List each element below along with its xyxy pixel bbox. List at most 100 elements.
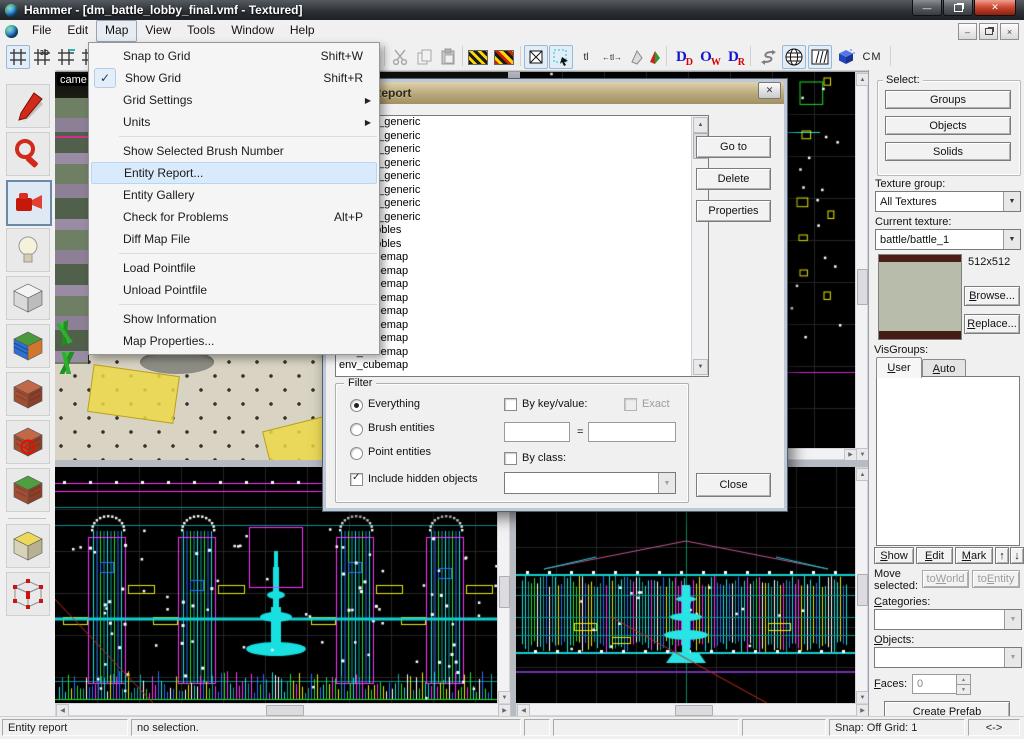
menubar-item-window[interactable]: Window xyxy=(223,20,282,40)
hidden-items-window-icon[interactable] xyxy=(808,45,832,69)
menu-item-show-information[interactable]: Show Information xyxy=(91,308,377,330)
menu-item-unload-pointfile[interactable]: Unload Pointfile xyxy=(91,279,377,301)
faces-input[interactable]: 0 xyxy=(912,674,958,694)
filter-everything-radio[interactable] xyxy=(350,399,363,412)
menu-item-show-selected-brush-number[interactable]: Show Selected Brush Number xyxy=(91,140,377,162)
key-input[interactable] xyxy=(504,422,570,442)
copy-icon[interactable] xyxy=(412,45,436,69)
entity-list-item[interactable]: env_cubemap xyxy=(336,292,708,306)
flip-colored-icon[interactable] xyxy=(646,45,664,69)
clipping-tool[interactable] xyxy=(6,468,50,512)
scroll-down-arrow[interactable]: ▼ xyxy=(693,359,708,375)
flip-normal-icon[interactable] xyxy=(628,45,646,69)
viewport-side-hscrollbar[interactable]: ◀ ▶ xyxy=(516,703,868,716)
menubar-item-file[interactable]: File xyxy=(24,20,59,40)
menubar-item-view[interactable]: View xyxy=(137,20,179,40)
mdi-minimize-button[interactable]: – xyxy=(958,23,977,40)
visgroups-list[interactable] xyxy=(876,376,1020,546)
visgroups-edit-button[interactable]: Edit xyxy=(916,547,953,564)
viewport-top-vscrollbar[interactable]: ▲ ▼ xyxy=(855,72,868,460)
entity-list-item[interactable]: env_cubemap xyxy=(336,265,708,279)
menu-item-snap-to-grid[interactable]: Snap to GridShift+W xyxy=(91,45,377,67)
texture-application-tool[interactable] xyxy=(6,324,50,368)
display-option-dr-icon[interactable]: DR xyxy=(724,45,750,69)
dialog-title-bar[interactable]: Entity Report xyxy=(326,82,784,104)
apply-overlays-tool[interactable] xyxy=(6,420,50,464)
selection-mode-icon[interactable] xyxy=(756,45,780,69)
entity-list-item[interactable]: env_cubemap xyxy=(336,332,708,346)
faces-spin-down[interactable]: ▼ xyxy=(956,684,971,695)
camera-tool[interactable] xyxy=(6,180,52,226)
value-input[interactable] xyxy=(588,422,676,442)
chevron-down-icon[interactable]: ▼ xyxy=(1003,192,1020,211)
marquee-select-icon[interactable] xyxy=(549,45,573,69)
entity-list-item[interactable]: ambient_generic xyxy=(336,211,708,225)
browse-button[interactable]: Browse... xyxy=(964,286,1020,306)
menubar-item-map[interactable]: Map xyxy=(96,20,137,42)
display-option-ow-icon[interactable]: OW xyxy=(698,45,724,69)
select-groups-button[interactable]: Groups xyxy=(885,90,1011,109)
properties-button[interactable]: Properties xyxy=(696,200,771,222)
objects-combo[interactable]: ▼ xyxy=(874,647,1022,668)
menu-item-diff-map-file[interactable]: Diff Map File xyxy=(91,228,377,250)
move-up-button[interactable]: ↑ xyxy=(995,547,1009,564)
select-solids-button[interactable]: Solids xyxy=(885,142,1011,161)
close-button[interactable]: ✕ xyxy=(974,0,1016,16)
smaller-grid-icon[interactable] xyxy=(54,45,78,69)
texture-lock-icon[interactable]: tl xyxy=(574,45,598,69)
goto-button[interactable]: Go to xyxy=(696,136,771,158)
entity-tool[interactable] xyxy=(6,228,50,272)
entity-list-item[interactable]: env_cubemap xyxy=(336,319,708,333)
visgroups-mark-button[interactable]: Mark xyxy=(955,547,993,564)
entity-list-item[interactable]: env_cubemap xyxy=(336,251,708,265)
scroll-thumb[interactable] xyxy=(675,705,713,716)
chevron-down-icon[interactable]: ▼ xyxy=(1003,230,1020,249)
categories-combo[interactable]: ▼ xyxy=(874,609,1022,630)
dialog-close-button[interactable]: ✕ xyxy=(758,82,781,99)
to-world-button[interactable]: toWorld xyxy=(922,570,969,588)
cordon-cube-icon[interactable] xyxy=(834,45,858,69)
minimize-button[interactable]: — xyxy=(912,0,942,16)
viewport-side-vscrollbar[interactable]: ▲ ▼ xyxy=(855,467,868,703)
menu-item-show-grid[interactable]: ✓Show GridShift+R xyxy=(91,67,377,89)
by-class-checkbox[interactable] xyxy=(504,452,517,465)
apply-decals-tool[interactable] xyxy=(6,372,50,416)
entity-list-item[interactable]: ambient_generic xyxy=(336,197,708,211)
world-globe-icon[interactable] xyxy=(782,45,806,69)
scroll-thumb[interactable] xyxy=(499,576,510,608)
menu-item-check-for-problems[interactable]: Check for ProblemsAlt+P xyxy=(91,206,377,228)
delete-button[interactable]: Delete xyxy=(696,168,771,190)
select-objects-button[interactable]: Objects xyxy=(885,116,1011,135)
entity-list-item[interactable]: ambient_generic xyxy=(336,170,708,184)
entity-list-item[interactable]: ambient_generic xyxy=(336,143,708,157)
toggle-grid-icon[interactable] xyxy=(6,45,30,69)
filter-point-radio[interactable] xyxy=(350,447,363,460)
menu-item-entity-gallery[interactable]: Entity Gallery xyxy=(91,184,377,206)
entity-list-item[interactable]: env_bubbles xyxy=(336,224,708,238)
menubar-item-edit[interactable]: Edit xyxy=(59,20,96,40)
entity-list-item[interactable]: env_cubemap xyxy=(336,305,708,319)
paste-icon[interactable] xyxy=(436,45,460,69)
scroll-thumb[interactable] xyxy=(857,269,868,305)
texture-scale-lock-icon[interactable]: ←tl→ xyxy=(598,45,626,69)
menu-item-entity-report[interactable]: Entity Report... xyxy=(91,162,377,184)
menu-item-grid-settings[interactable]: Grid Settings▶ xyxy=(91,89,377,111)
scroll-up-arrow[interactable]: ▲ xyxy=(693,117,708,133)
visgroups-tab-user[interactable]: User xyxy=(876,357,922,378)
entity-list-item[interactable]: env_cubemap xyxy=(336,346,708,360)
current-texture-combo[interactable]: battle/battle_1 ▼ xyxy=(875,229,1021,250)
entity-list[interactable]: ambient_genericambient_genericambient_ge… xyxy=(335,115,709,377)
menu-item-units[interactable]: Units▶ xyxy=(91,111,377,133)
morph-tool[interactable] xyxy=(6,524,50,568)
block-tool[interactable] xyxy=(6,276,50,320)
cut-icon[interactable] xyxy=(388,45,412,69)
replace-button[interactable]: Replace... xyxy=(964,314,1020,334)
toggle-3d-grid-icon[interactable]: 3D xyxy=(30,45,54,69)
include-hidden-checkbox[interactable] xyxy=(350,473,363,486)
dialog-close-action-button[interactable]: Close xyxy=(696,473,771,497)
entity-list-item[interactable]: ambient_generic xyxy=(336,184,708,198)
move-down-button[interactable]: ↓ xyxy=(1010,547,1024,564)
entity-list-item[interactable]: env_cubemap xyxy=(336,278,708,292)
menu-item-map-properties[interactable]: Map Properties... xyxy=(91,330,377,352)
menubar-item-tools[interactable]: Tools xyxy=(179,20,223,40)
